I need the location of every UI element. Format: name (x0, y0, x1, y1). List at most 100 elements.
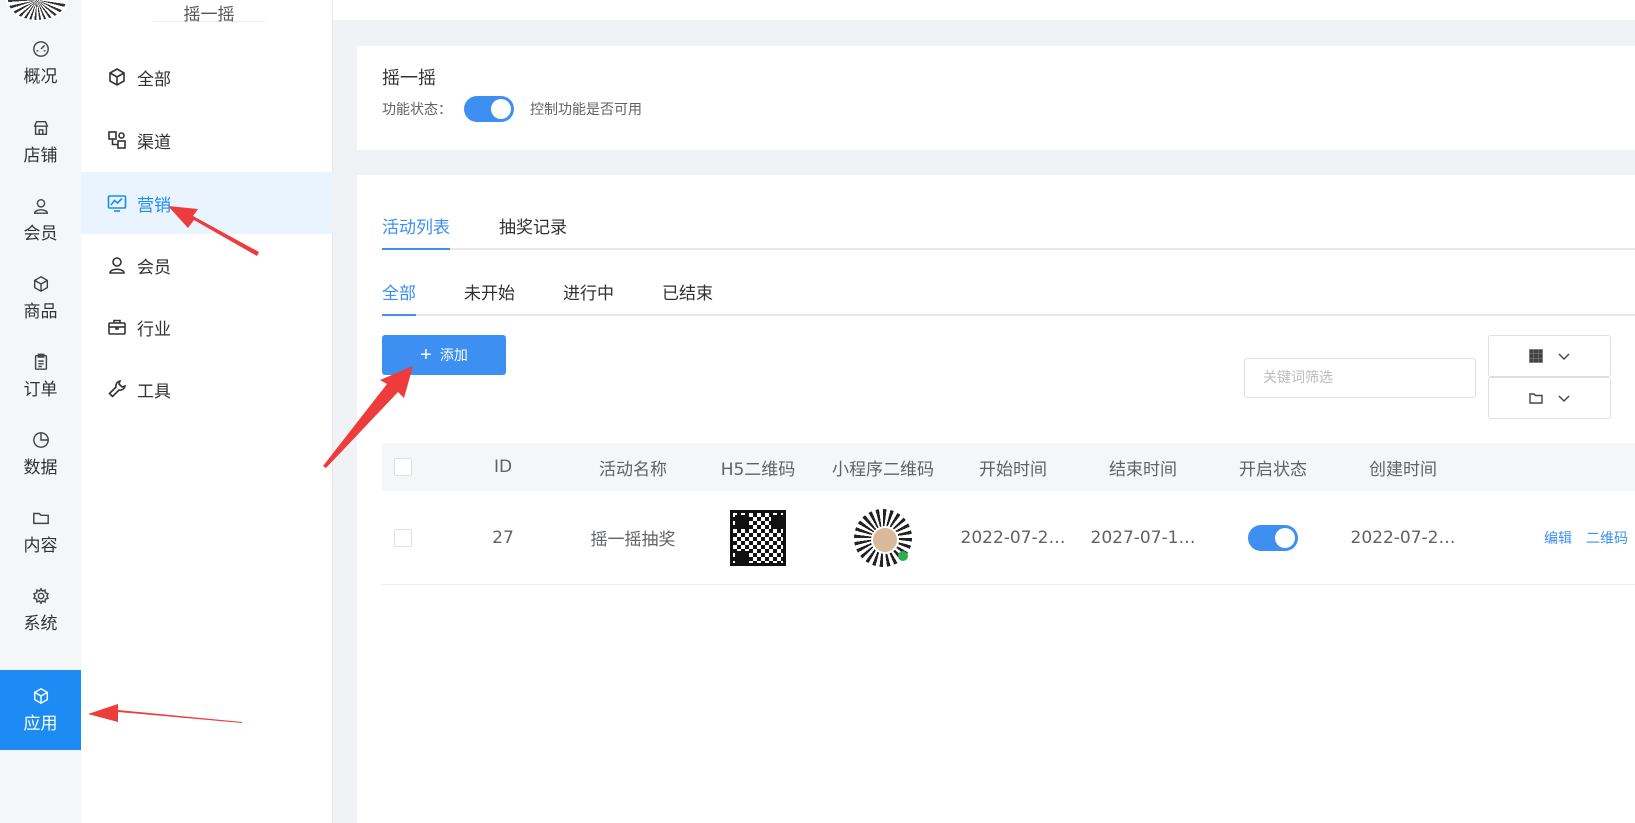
feature-panel: 摇一摇 功能状态： 控制功能是否可用 (357, 46, 1635, 150)
submenu-item-member[interactable]: 会员 (81, 234, 333, 296)
rail-item-label: 订单 (23, 379, 58, 400)
rail-item-order[interactable]: 订单 (0, 336, 81, 416)
submenu-item-label: 会员 (137, 257, 171, 278)
tab-activity-list[interactable]: 活动列表 (382, 213, 450, 250)
feature-status-hint: 控制功能是否可用 (530, 102, 642, 118)
col-header-h5-qr: H5二维码 (720, 459, 796, 480)
gear-icon (32, 586, 49, 605)
rail-item-label: 店铺 (23, 145, 58, 166)
submenu-item-label: 营销 (137, 195, 171, 216)
feature-title: 摇一摇 (382, 68, 436, 89)
edit-link[interactable]: 编辑 (1544, 528, 1572, 548)
cube-icon (109, 68, 125, 86)
rail-item-content[interactable]: 内容 (0, 492, 81, 572)
filter-tabs: 全部 未开始 进行中 已结束 (382, 279, 1635, 316)
submenu-item-channel[interactable]: 渠道 (81, 109, 333, 171)
chevron-down-icon (1558, 395, 1569, 402)
user-icon (33, 198, 48, 214)
rail-item-label: 应用 (23, 713, 58, 734)
submenu-item-tools[interactable]: 工具 (81, 358, 333, 420)
export-dropdown[interactable] (1488, 377, 1611, 419)
briefcase-icon (108, 319, 126, 335)
row-start-time: 2022-07-2… (960, 527, 1066, 548)
chevron-down-icon (1558, 353, 1569, 360)
rail-item-member[interactable]: 会员 (0, 180, 81, 260)
main-tabs: 活动列表 抽奖记录 (382, 213, 1635, 250)
submenu-item-label: 行业 (137, 319, 171, 340)
plus-icon: + (420, 344, 432, 366)
table-row: 27 摇一摇抽奖 2022-07-2… 2027-07-1… 2022-07-2… (382, 491, 1635, 585)
rail-item-store[interactable]: 店铺 (0, 102, 81, 182)
rail-item-label: 系统 (23, 613, 58, 634)
rail-item-system[interactable]: 系统 (0, 570, 81, 650)
top-bar (333, 0, 1635, 20)
feature-status-label: 功能状态： (382, 102, 452, 118)
row-mini-qr-cell (818, 508, 948, 567)
wrench-icon (108, 379, 127, 398)
row-select-cell (382, 528, 438, 547)
feature-status-switch[interactable] (464, 96, 514, 122)
col-header-end: 结束时间 (1109, 459, 1177, 480)
submenu-item-label: 工具 (137, 381, 171, 402)
user-icon (109, 257, 125, 274)
col-header-mini-qr: 小程序二维码 (832, 459, 934, 480)
h5-qr-code-icon[interactable] (730, 509, 786, 566)
submenu-item-all[interactable]: 全部 (81, 46, 333, 108)
folder-icon (32, 512, 49, 524)
grid-icon (1528, 349, 1543, 363)
rail-item-overview[interactable]: 概况 (0, 23, 81, 103)
activity-panel: 活动列表 抽奖记录 全部 未开始 进行中 已结束 + 添加 ID 活动名称 H5… (357, 175, 1635, 823)
col-header-name: 活动名称 (599, 459, 667, 480)
row-created-time: 2022-07-2… (1350, 527, 1456, 548)
tab-filter-not-started[interactable]: 未开始 (464, 279, 515, 316)
feature-status-row: 功能状态： 控制功能是否可用 (382, 96, 642, 122)
row-end-time: 2027-07-1… (1090, 527, 1196, 548)
clipboard-icon (34, 353, 47, 370)
tab-draw-records[interactable]: 抽奖记录 (499, 213, 567, 250)
icon-rail: 概况 店铺 会员 商品 订单 数据 内容 系统 应用 (0, 0, 81, 823)
submenu-title: 摇一摇 (153, 0, 265, 25)
tab-filter-all[interactable]: 全部 (382, 279, 416, 316)
rail-item-data[interactable]: 数据 (0, 414, 81, 494)
rail-item-label: 数据 (23, 457, 58, 478)
row-status-switch[interactable] (1248, 524, 1298, 551)
cube-icon (33, 687, 48, 704)
dashboard-icon (32, 40, 49, 57)
col-header-start: 开始时间 (979, 459, 1047, 480)
row-id: 27 (492, 527, 514, 548)
tab-filter-in-progress[interactable]: 进行中 (563, 279, 614, 316)
rail-item-label: 概况 (23, 66, 58, 87)
rail-item-goods[interactable]: 商品 (0, 258, 81, 338)
mini-program-qr-code-icon[interactable] (854, 508, 912, 567)
add-button-label: 添加 (439, 347, 468, 363)
select-all-cell (382, 458, 438, 476)
chart-screen-icon (107, 195, 127, 212)
table-header: ID 活动名称 H5二维码 小程序二维码 开始时间 结束时间 开启状态 创建时间 (382, 443, 1635, 491)
tab-filter-ended[interactable]: 已结束 (662, 279, 713, 316)
box-icon (33, 275, 48, 292)
row-ops: 编辑 二维码 (1468, 528, 1628, 548)
logo-qr-icon (6, 0, 68, 22)
row-name: 摇一摇抽奖 (590, 530, 676, 550)
submenu-item-label: 渠道 (137, 132, 171, 153)
store-icon (33, 120, 48, 135)
col-header-created: 创建时间 (1369, 459, 1437, 480)
rail-item-label: 会员 (23, 223, 58, 244)
submenu: 摇一摇 全部 渠道 营销 会员 行业 工具 (81, 0, 333, 823)
rail-item-label: 内容 (23, 535, 58, 556)
qr-code-link[interactable]: 二维码 (1586, 528, 1628, 548)
channel-icon (108, 131, 126, 149)
select-all-checkbox[interactable] (394, 458, 412, 476)
add-button[interactable]: + 添加 (382, 335, 506, 375)
row-status-cell (1208, 524, 1338, 551)
submenu-item-industry[interactable]: 行业 (81, 296, 333, 358)
col-header-id: ID (493, 457, 513, 477)
submenu-item-label: 全部 (137, 69, 171, 90)
rail-item-apps[interactable]: 应用 (0, 670, 81, 750)
folder-icon (1528, 393, 1543, 404)
rail-item-label: 商品 (23, 301, 58, 322)
row-checkbox[interactable] (394, 528, 412, 547)
column-view-dropdown[interactable] (1488, 335, 1611, 377)
submenu-item-marketing[interactable]: 营销 (81, 172, 333, 234)
keyword-filter-input[interactable] (1244, 358, 1476, 398)
